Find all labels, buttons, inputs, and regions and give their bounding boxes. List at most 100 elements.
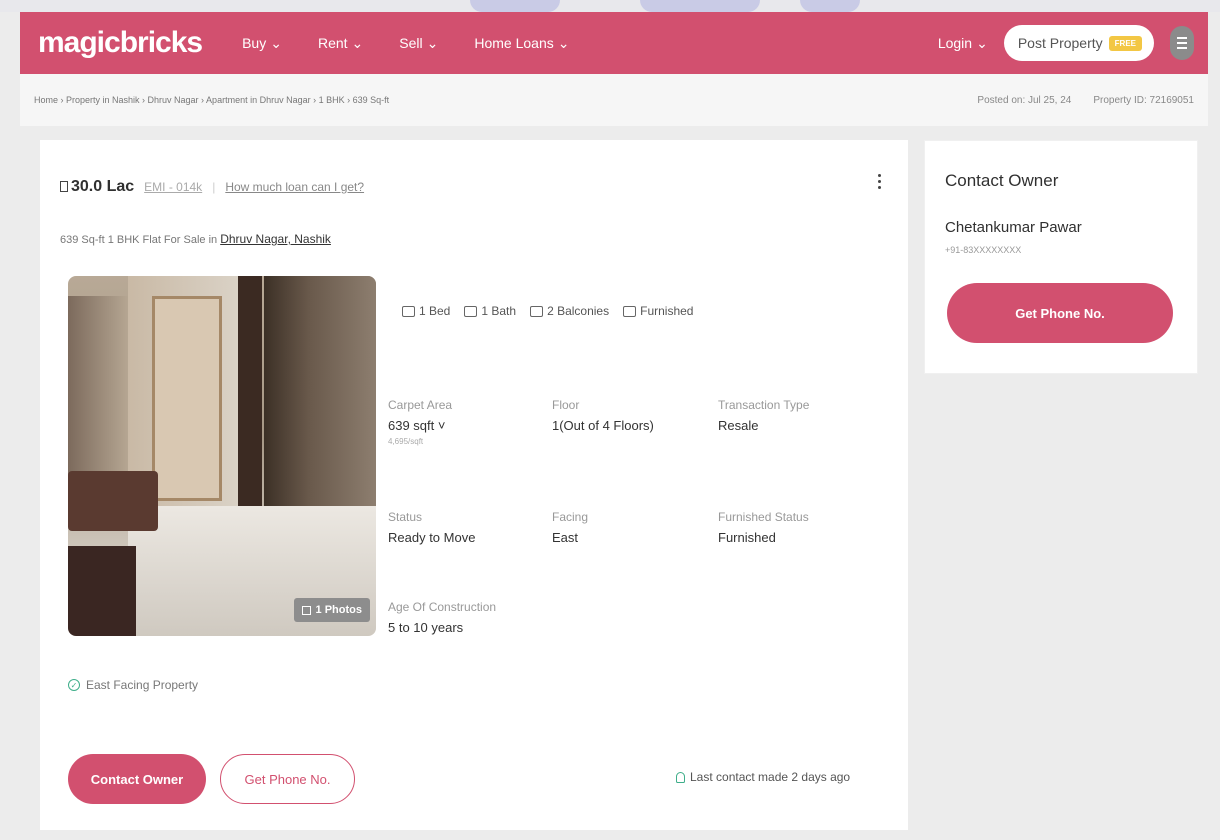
nav-rent[interactable]: Rent ⌄ xyxy=(318,35,363,52)
post-property-button[interactable]: Post Property FREE xyxy=(1003,25,1154,61)
loan-eligibility-link[interactable]: How much loan can I get? xyxy=(225,180,364,194)
contact-owner-card: Contact Owner Chetankumar Pawar +91-83XX… xyxy=(924,140,1198,374)
photo-detail xyxy=(238,276,262,516)
summary-facing: Facing East xyxy=(552,510,588,545)
decor-blob xyxy=(800,0,860,12)
bed-icon xyxy=(402,305,415,317)
contact-owner-button[interactable]: Contact Owner xyxy=(68,754,206,804)
amenity-label: 1 Bed xyxy=(419,304,451,318)
summary-label: Floor xyxy=(552,398,580,412)
location-link[interactable]: Dhruv Nagar, Nashik xyxy=(220,232,331,246)
nav-sell[interactable]: Sell ⌄ xyxy=(399,35,438,52)
carpet-area-value: 639 sqft xyxy=(388,418,435,433)
chevron-down-icon: ⌄ xyxy=(426,34,439,51)
summary-value: 5 to 10 years xyxy=(388,620,464,635)
chevron-down-icon: ⌄ xyxy=(976,34,988,51)
price-value: 30.0 Lac xyxy=(71,178,135,195)
price-per-sqft: 4,695/sqft xyxy=(388,437,424,446)
photo-detail xyxy=(68,471,158,531)
summary-value: East xyxy=(552,530,579,545)
summary-age: Age Of Construction 5 to 10 years xyxy=(388,600,496,635)
summary-furnished-status: Furnished Status Furnished xyxy=(718,510,809,545)
amenity-furnished: Furnished xyxy=(623,304,693,318)
breadcrumb-bar: Home › Property in Nashik › Dhruv Nagar … xyxy=(20,74,1208,126)
login-label: Login xyxy=(937,35,973,51)
last-contact-text: Last contact made 2 days ago xyxy=(690,770,851,784)
listing-subtitle: 639 Sq-ft 1 BHK Flat For Sale in Dhruv N… xyxy=(60,232,331,246)
summary-label: Furnished Status xyxy=(718,510,809,524)
chevron-down-icon[interactable]: ˅ xyxy=(438,418,446,433)
chevron-down-icon: ⌄ xyxy=(270,34,282,51)
nav-buy-label: Buy xyxy=(242,35,267,51)
chevron-down-icon: ⌄ xyxy=(351,34,364,51)
hamburger-menu-icon[interactable] xyxy=(1170,26,1194,60)
nav-rent-label: Rent xyxy=(317,35,348,51)
price-row: 30.0 Lac EMI - 014k | How much loan can … xyxy=(60,178,364,196)
photo-detail xyxy=(264,276,376,536)
owner-name: Chetankumar Pawar xyxy=(945,219,1082,236)
balcony-icon xyxy=(530,305,544,317)
owner-phone-masked: +91-83XXXXXXXX xyxy=(945,245,1022,255)
owner-get-phone-button[interactable]: Get Phone No. xyxy=(947,283,1173,343)
furnished-icon xyxy=(623,305,637,317)
summary-value: Resale xyxy=(718,418,759,433)
photo-detail xyxy=(68,296,130,476)
nav-home-loans-label: Home Loans xyxy=(474,35,554,51)
photos-count: 1 Photos xyxy=(315,604,362,616)
summary-floor: Floor 1(Out of 4 Floors) xyxy=(552,398,654,433)
separator: | xyxy=(212,180,216,194)
amenity-bath: 1 Bath xyxy=(464,304,516,318)
photos-count-badge[interactable]: 1 Photos xyxy=(293,598,370,622)
person-icon xyxy=(676,771,685,783)
summary-label: Status xyxy=(388,510,423,524)
listing-card: 30.0 Lac EMI - 014k | How much loan can … xyxy=(40,140,908,830)
subtitle-text: 639 Sq-ft 1 BHK Flat For Sale in xyxy=(60,234,218,246)
posting-meta: Posted on: Jul 25, 24 Property ID: 72169… xyxy=(977,95,1194,106)
post-property-label: Post Property xyxy=(1017,35,1103,51)
summary-label: Transaction Type xyxy=(718,398,810,412)
top-strip xyxy=(0,0,1220,12)
photo-detail xyxy=(152,296,222,501)
summary-transaction: Transaction Type Resale xyxy=(718,398,809,433)
nav-home-loans[interactable]: Home Loans ⌄ xyxy=(474,35,569,52)
more-options-icon[interactable] xyxy=(878,174,881,189)
get-phone-button[interactable]: Get Phone No. xyxy=(220,754,355,804)
photo-detail xyxy=(68,546,136,636)
decor-blob xyxy=(470,0,560,12)
amenity-label: 1 Bath xyxy=(481,304,517,318)
summary-value: 1(Out of 4 Floors) xyxy=(552,418,654,433)
east-facing-note: ✓ East Facing Property xyxy=(68,678,198,692)
contact-owner-title: Contact Owner xyxy=(945,171,1059,190)
last-contact-note: Last contact made 2 days ago xyxy=(676,770,850,784)
emi-link[interactable]: EMI - 014k xyxy=(144,180,202,194)
chevron-down-icon: ⌄ xyxy=(557,34,570,51)
amenity-balcony: 2 Balconies xyxy=(530,304,609,318)
site-logo[interactable]: magicbricks xyxy=(38,26,203,60)
login-button[interactable]: Login ⌄ xyxy=(938,35,988,52)
summary-value: 639 sqft ˅ xyxy=(388,418,452,433)
property-id: Property ID: 72169051 xyxy=(1093,94,1194,106)
gallery-icon xyxy=(301,605,311,615)
nav-buy[interactable]: Buy ⌄ xyxy=(242,35,282,52)
posted-on: Posted on: Jul 25, 24 xyxy=(977,94,1072,106)
rupee-icon xyxy=(60,181,68,192)
nav-sell-label: Sell xyxy=(399,35,423,51)
amenities-row: 1 Bed 1 Bath 2 Balconies Furnished xyxy=(402,304,693,318)
property-photo[interactable]: 1 Photos xyxy=(68,276,376,636)
summary-label: Carpet Area xyxy=(388,398,453,412)
free-badge: FREE xyxy=(1108,35,1142,51)
amenity-label: Furnished xyxy=(640,304,694,318)
bath-icon xyxy=(464,305,478,317)
decor-blob xyxy=(640,0,760,12)
breadcrumb[interactable]: Home › Property in Nashik › Dhruv Nagar … xyxy=(34,95,389,105)
check-circle-icon: ✓ xyxy=(68,679,80,691)
price: 30.0 Lac xyxy=(60,178,134,196)
summary-value: Ready to Move xyxy=(388,530,476,545)
facing-note-text: East Facing Property xyxy=(86,678,199,692)
nav-right-group: Login ⌄ Post Property FREE xyxy=(938,25,1194,61)
amenity-label: 2 Balconies xyxy=(547,304,610,318)
summary-status: Status Ready to Move xyxy=(388,510,475,545)
amenity-bed: 1 Bed xyxy=(402,304,450,318)
top-navbar: magicbricks Buy ⌄ Rent ⌄ Sell ⌄ Home Loa… xyxy=(20,12,1208,74)
summary-label: Age Of Construction xyxy=(388,600,497,614)
